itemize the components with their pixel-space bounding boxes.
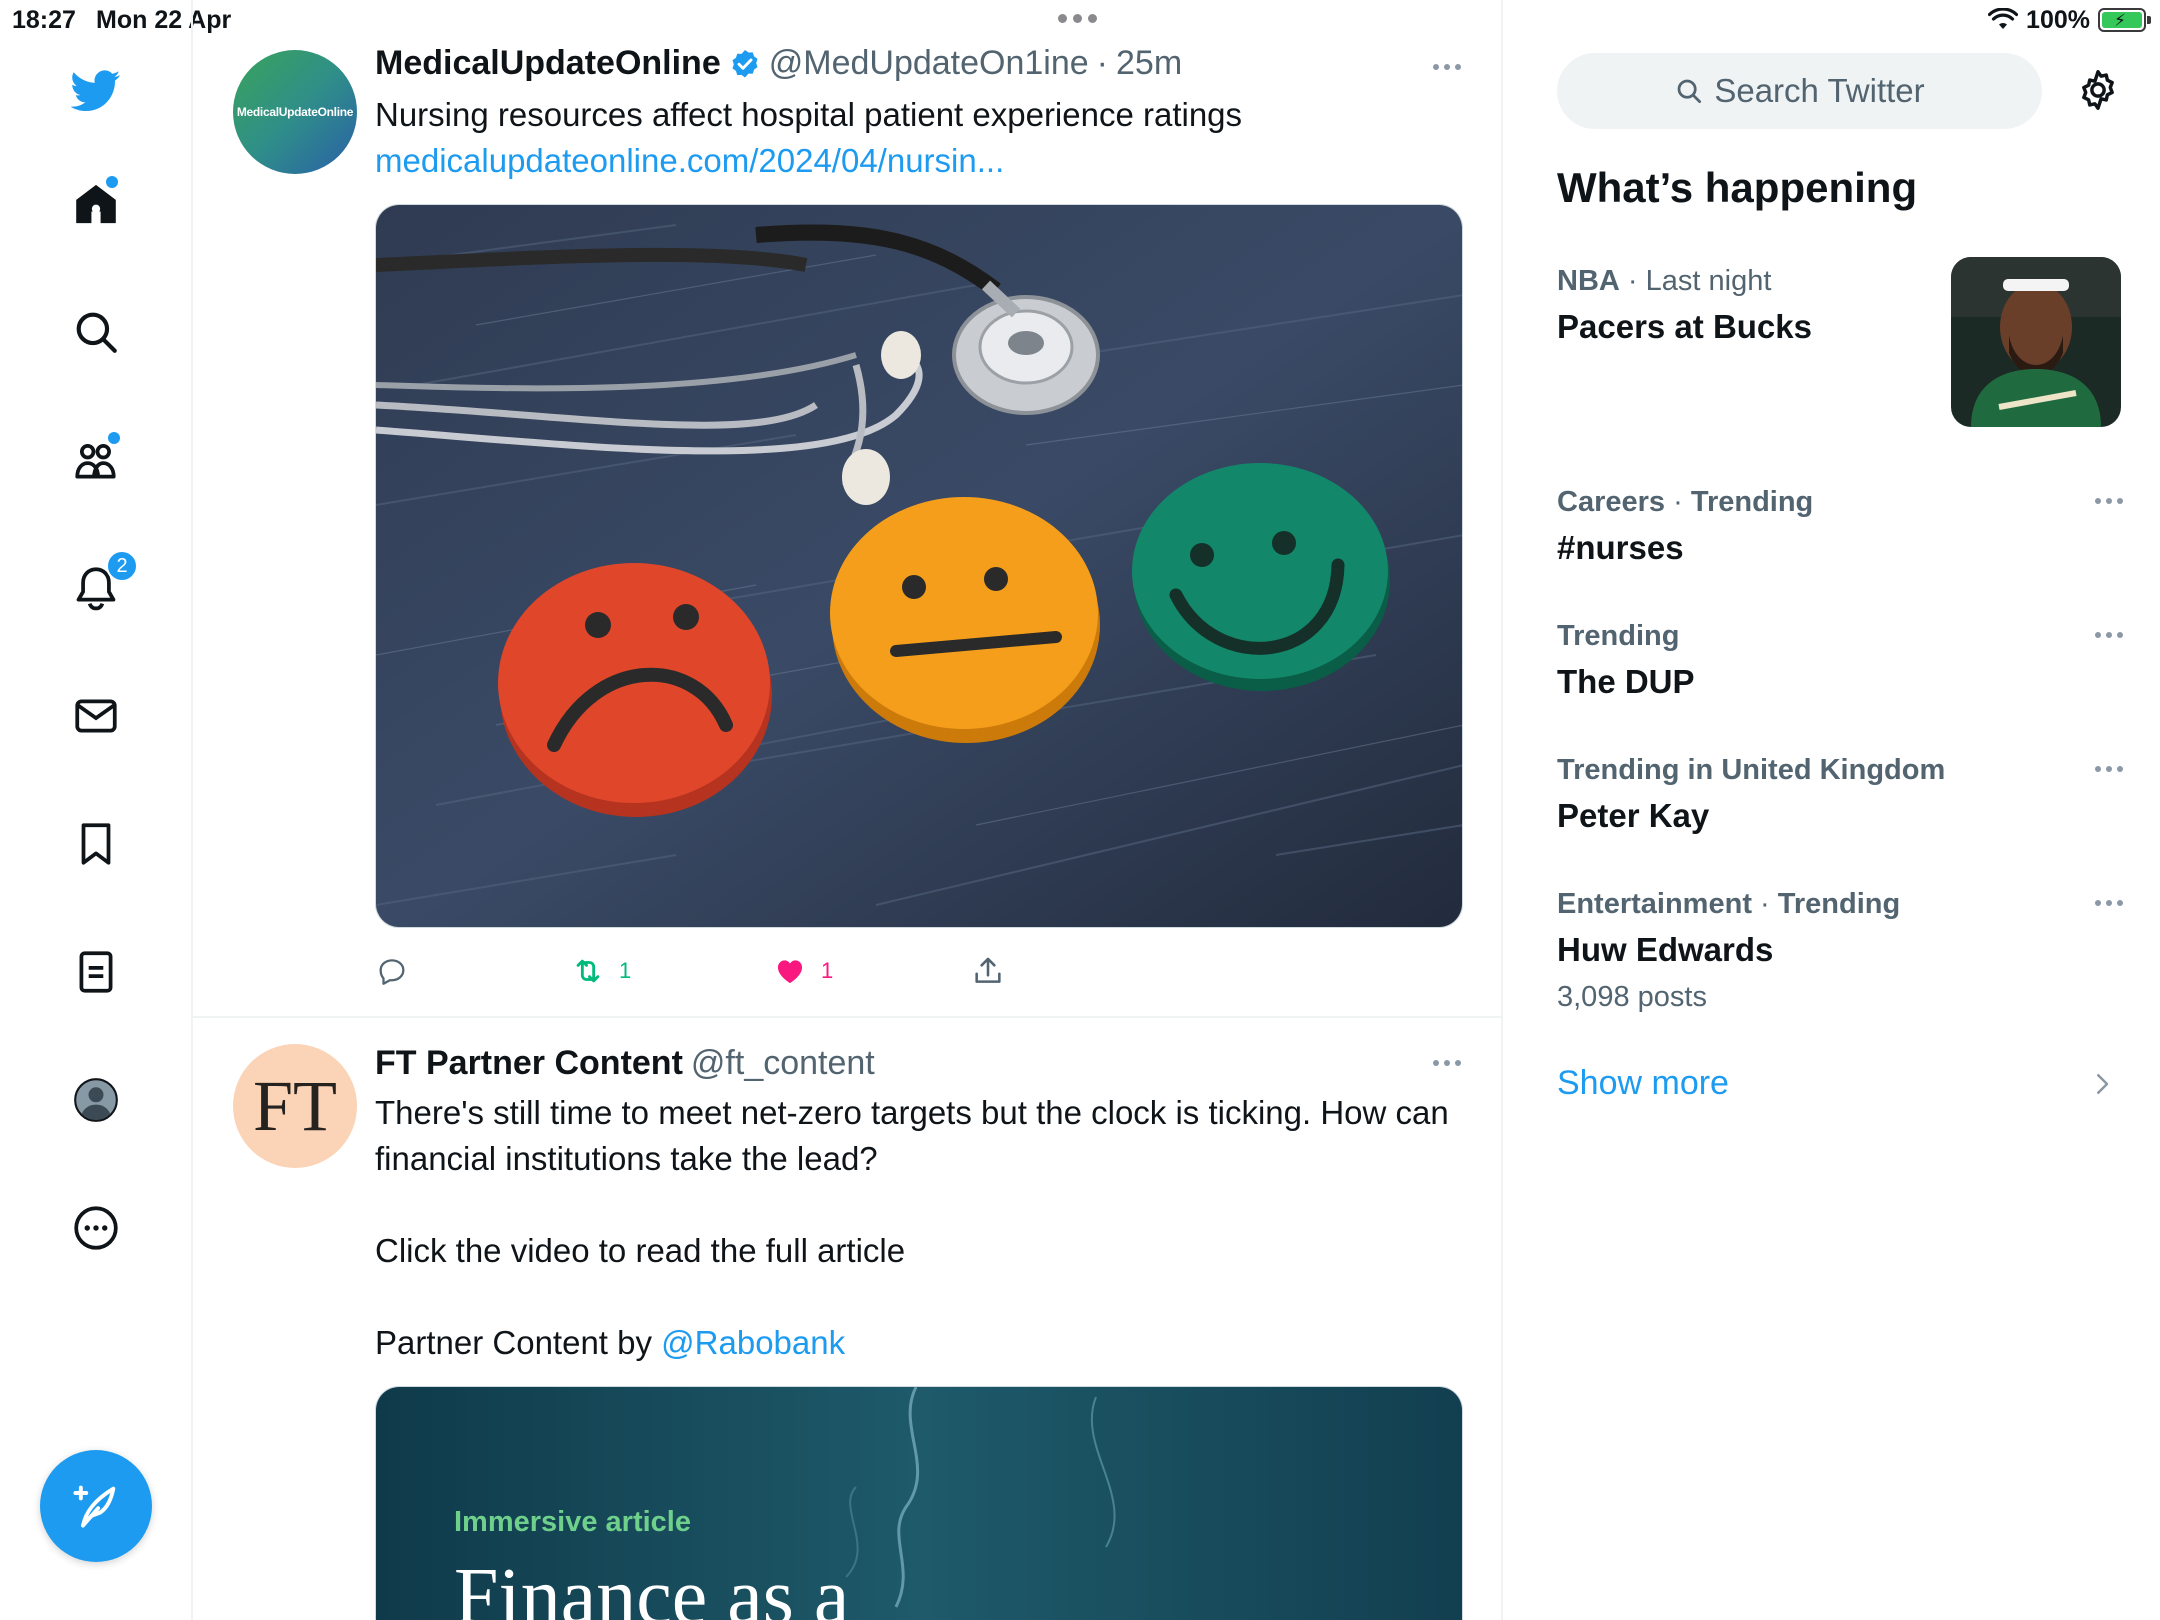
- whats-happening-title: What’s happening: [1557, 164, 1918, 211]
- mention-link[interactable]: @Rabobank: [661, 1324, 845, 1361]
- twitter-logo-icon[interactable]: [66, 60, 126, 120]
- tweet-image[interactable]: [375, 204, 1463, 928]
- tweet-body-3: Partner Content by @Rabobank: [375, 1320, 1465, 1366]
- home-new-dot: [106, 176, 118, 188]
- tweet-link[interactable]: medicalupdateonline.com/2024/04/nursin..…: [375, 138, 1465, 184]
- right-sidebar: Search Twitter What’s happening NBA · La…: [1505, 0, 2160, 1620]
- retweet-count: 1: [619, 958, 632, 983]
- trend-item[interactable]: NBA · Last night Pacers at Bucks: [1557, 257, 2127, 427]
- trend-item[interactable]: Careers · Trending #nurses: [1557, 486, 2127, 567]
- messages-icon[interactable]: [66, 686, 126, 746]
- notifications-badge: 2: [106, 550, 138, 582]
- share-icon: [975, 957, 1001, 983]
- trend-meta: Trending: [1557, 620, 1680, 652]
- trend-title: The DUP: [1557, 663, 1695, 700]
- tweet-text: Nursing resources affect hospital patien…: [375, 92, 1465, 184]
- more-options-icon[interactable]: [1433, 64, 1461, 70]
- media-headline: Finance as a: [454, 1553, 849, 1620]
- timeline: MedicalUpdateOnline MedicalUpdateOnline …: [193, 0, 1503, 1620]
- lists-icon[interactable]: [66, 942, 126, 1002]
- communities-icon[interactable]: [66, 430, 126, 490]
- display-name[interactable]: MedicalUpdateOnline: [375, 44, 721, 83]
- search-input[interactable]: Search Twitter: [1557, 53, 2042, 129]
- heart-icon: [777, 960, 803, 984]
- trend-more-icon[interactable]: [2095, 766, 2123, 772]
- handle[interactable]: @MedUpdateOn1ine: [769, 44, 1089, 83]
- tweet-header: MedicalUpdateOnline @MedUpdateOn1ine · 2…: [375, 44, 1182, 83]
- trend-meta: Careers · Trending: [1557, 486, 1814, 518]
- tweet-text: There's still time to meet net-zero targ…: [375, 1090, 1465, 1366]
- trend-item[interactable]: Trending The DUP: [1557, 620, 2127, 701]
- separator: ·: [1096, 44, 1108, 82]
- reply-button[interactable]: [375, 946, 409, 996]
- share-button[interactable]: [971, 946, 1005, 996]
- settings-gear-icon[interactable]: [2072, 64, 2124, 116]
- trend-more-icon[interactable]: [2095, 498, 2123, 504]
- tweet-body: Nursing resources affect hospital patien…: [375, 96, 1243, 133]
- trend-meta: Trending in United Kingdom: [1557, 754, 1946, 786]
- trend-meta: Entertainment · Trending: [1557, 888, 1901, 920]
- twitter-ipad-screen: 18:27 Mon 22 Apr 100% ⚡ 2 MedicalUpdateO…: [0, 0, 2160, 1620]
- compose-icon: [73, 1485, 116, 1528]
- retweet-button[interactable]: 1: [571, 946, 631, 996]
- handle[interactable]: @ft_content: [691, 1044, 875, 1083]
- trend-title: Peter Kay: [1557, 797, 1710, 834]
- trend-item[interactable]: Trending in United Kingdom Peter Kay: [1557, 754, 2127, 835]
- tweet-actions: 1 1: [375, 946, 1075, 996]
- profile-icon[interactable]: [66, 1070, 126, 1130]
- notifications-icon[interactable]: 2: [66, 550, 138, 618]
- avatar[interactable]: MedicalUpdateOnline: [233, 50, 357, 174]
- trend-item[interactable]: Entertainment · Trending Huw Edwards 3,0…: [1557, 888, 2127, 1014]
- tweet[interactable]: FT FT Partner Content @ft_content There'…: [193, 1020, 1501, 1620]
- more-options-icon[interactable]: [1433, 1060, 1461, 1066]
- home-icon[interactable]: [66, 174, 126, 234]
- tweet-video[interactable]: Immersive article Finance as a: [375, 1386, 1463, 1620]
- reply-icon: [379, 959, 405, 985]
- trend-more-icon[interactable]: [2095, 900, 2123, 906]
- tweet[interactable]: MedicalUpdateOnline MedicalUpdateOnline …: [193, 40, 1501, 1018]
- tweet-body: There's still time to meet net-zero targ…: [375, 1094, 1449, 1177]
- ft-video-thumbnail: Immersive article Finance as a: [376, 1387, 1462, 1620]
- search-icon: [1677, 79, 1702, 103]
- display-name[interactable]: FT Partner Content: [375, 1044, 683, 1083]
- trend-title: Huw Edwards: [1557, 931, 1774, 968]
- trend-more-icon[interactable]: [2095, 632, 2123, 638]
- trend-title: #nurses: [1557, 529, 1684, 566]
- avatar-text: FT: [252, 1065, 338, 1146]
- avatar[interactable]: FT: [233, 1044, 357, 1168]
- trend-post-count: 3,098 posts: [1557, 981, 1707, 1013]
- left-nav: 2: [0, 0, 193, 1620]
- communities-new-dot: [108, 432, 120, 444]
- retweet-icon: [576, 959, 600, 983]
- search-icon[interactable]: [66, 302, 126, 362]
- timestamp[interactable]: 25m: [1116, 44, 1182, 83]
- more-icon[interactable]: [66, 1198, 126, 1258]
- trend-image[interactable]: [1951, 257, 2121, 427]
- chevron-right-icon[interactable]: [2087, 1066, 2117, 1102]
- media-label: Immersive article: [454, 1506, 691, 1538]
- tweet-body-2: Click the video to read the full article: [375, 1232, 906, 1269]
- partner-prefix: Partner Content by: [375, 1324, 662, 1361]
- like-count: 1: [821, 958, 834, 983]
- verified-badge-icon: [729, 48, 761, 80]
- show-more-link[interactable]: Show more: [1557, 1064, 1729, 1103]
- tweet-header: FT Partner Content @ft_content: [375, 1044, 875, 1083]
- bookmarks-icon[interactable]: [66, 814, 126, 874]
- search-placeholder: Search Twitter: [1714, 72, 1925, 109]
- avatar-text: MedicalUpdateOnline: [236, 105, 354, 119]
- stethoscope-smileys-image: [376, 205, 1462, 927]
- like-button[interactable]: 1: [773, 946, 833, 996]
- compose-button[interactable]: [40, 1450, 152, 1562]
